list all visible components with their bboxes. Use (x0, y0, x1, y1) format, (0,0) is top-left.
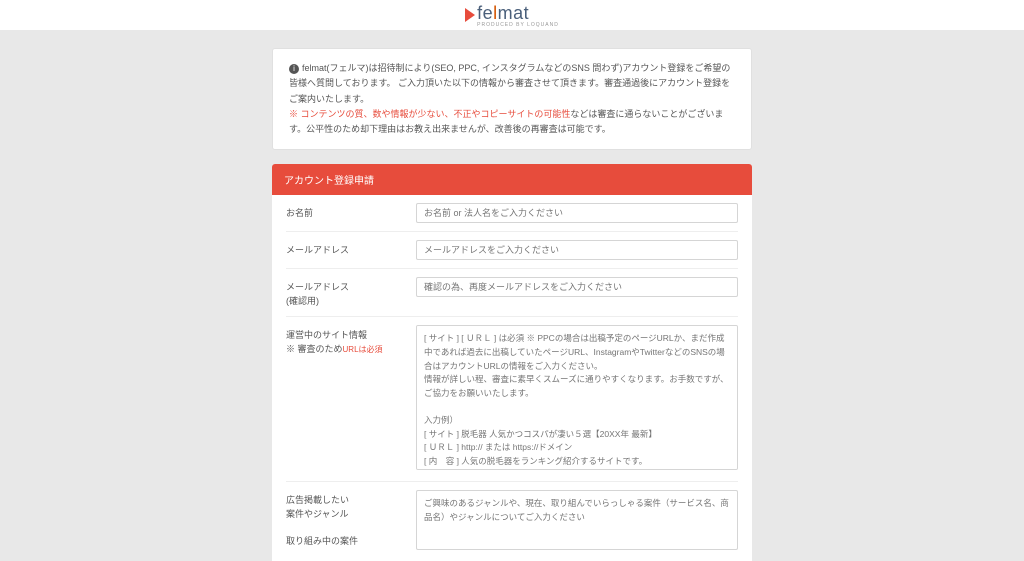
form-title: アカウント登録申請 (272, 164, 752, 195)
row-name: お名前 (286, 195, 738, 232)
site-info-textarea[interactable] (416, 325, 738, 470)
row-genre: 広告掲載したい 案件やジャンル 取り組み中の案件 (286, 482, 738, 561)
brand-logo: felmat PRODUCED BY LOQUAND (465, 3, 559, 28)
email-confirm-input[interactable] (416, 277, 738, 297)
info-icon: i (289, 64, 299, 74)
row-site-info: 運営中のサイト情報 ※ 審査のためURLは必須 (286, 317, 738, 482)
genre-label: 広告掲載したい 案件やジャンル 取り組み中の案件 (286, 490, 416, 548)
header: felmat PRODUCED BY LOQUAND (0, 0, 1024, 30)
name-input[interactable] (416, 203, 738, 223)
genre-textarea[interactable] (416, 490, 738, 550)
row-email-confirm: メールアドレス(確認用) (286, 269, 738, 317)
form-card: アカウント登録申請 お名前 メールアドレス メールアドレス(確認 (272, 164, 752, 561)
email-label: メールアドレス (286, 240, 416, 258)
email-confirm-label: メールアドレス(確認用) (286, 277, 416, 308)
notice-line1: felmat(フェルマ)は招待制により(SEO, PPC, インスタグラムなどの… (289, 63, 730, 104)
notice-warning: ※ コンテンツの質、数や情報が少ない、不正やコピーサイトの可能性 (289, 109, 570, 119)
logo-play-icon (465, 8, 475, 22)
row-email: メールアドレス (286, 232, 738, 269)
email-input[interactable] (416, 240, 738, 260)
site-label: 運営中のサイト情報 ※ 審査のためURLは必須 (286, 325, 416, 356)
name-label: お名前 (286, 203, 416, 221)
notice-box: ifelmat(フェルマ)は招待制により(SEO, PPC, インスタグラムなど… (272, 48, 752, 150)
